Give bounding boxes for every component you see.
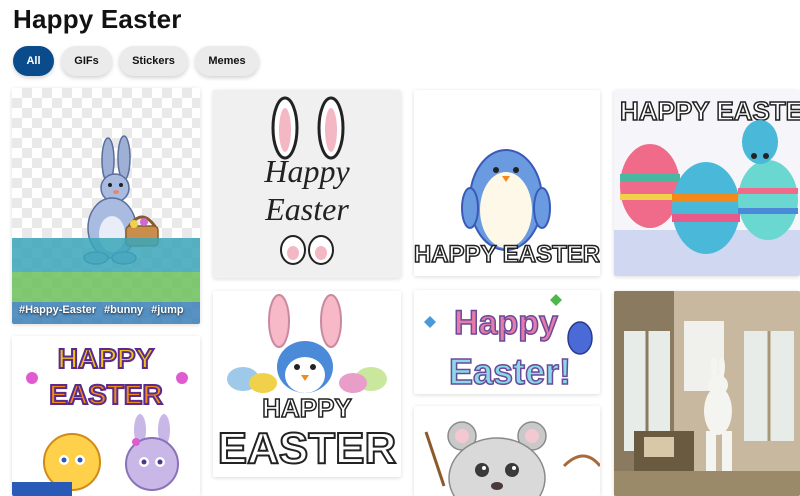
colorful-title-line-2: Easter! — [449, 351, 571, 392]
penguin-bunny-ears-icon: HAPPY EASTER — [217, 294, 397, 474]
result-tile-bunny[interactable]: #Happy-Easter #bunny #jump — [12, 88, 200, 324]
result-tile-bear[interactable] — [414, 406, 600, 496]
result-tile-costume[interactable] — [614, 291, 800, 496]
penguin-ears-title-line-2: EASTER — [218, 424, 396, 473]
kids-title-line-1: HAPPY — [58, 343, 155, 374]
colorful-eggs-icon: Happy Easter! — [424, 294, 593, 393]
filter-chips: All GIFs Stickers Memes — [13, 46, 259, 76]
bunny-costume-photo — [614, 291, 800, 496]
tag-jump[interactable]: #jump — [151, 304, 183, 316]
filter-chip-gifs[interactable]: GIFs — [61, 46, 112, 76]
result-tile-colorful[interactable]: Happy Easter! — [414, 290, 600, 394]
filter-chip-all[interactable]: All — [13, 46, 54, 76]
bunny-ears-icon: Happy Easter — [263, 96, 350, 265]
cartoon-kids-icon: HAPPY EASTER — [12, 342, 188, 496]
tag-list: #Happy-Easter #bunny #jump — [19, 304, 184, 316]
penguin-title: HAPPY EASTER — [414, 241, 600, 268]
bunny-with-basket-icon — [12, 135, 200, 324]
colorful-title-line-1: Happy — [454, 304, 558, 342]
result-tile-penguin[interactable]: HAPPY EASTER — [414, 90, 600, 276]
bear-icon — [424, 421, 600, 496]
ears-title-line-1: Happy — [263, 153, 350, 189]
result-tile-kids[interactable]: HAPPY EASTER — [12, 336, 200, 496]
penguin-ears-title-line-1: HAPPY — [262, 393, 352, 423]
result-tile-eggs[interactable]: HAPPY EASTER — [614, 90, 800, 276]
filter-chip-stickers[interactable]: Stickers — [119, 46, 188, 76]
result-tile-penguin-ears[interactable]: HAPPY EASTER — [213, 291, 401, 477]
tag-bunny[interactable]: #bunny — [104, 304, 143, 316]
page-title: Happy Easter — [13, 4, 182, 34]
easter-eggs-icon: HAPPY EASTER — [614, 95, 800, 276]
ears-title-line-2: Easter — [264, 191, 349, 227]
eggs-title: HAPPY EASTER — [620, 96, 800, 126]
result-tile-ears[interactable]: Happy Easter — [213, 90, 401, 278]
tag-happy-easter[interactable]: #Happy-Easter — [19, 304, 96, 316]
filter-chip-memes[interactable]: Memes — [195, 46, 259, 76]
penguin-icon: HAPPY EASTER — [414, 149, 600, 269]
kids-title-line-2: EASTER — [49, 379, 163, 410]
